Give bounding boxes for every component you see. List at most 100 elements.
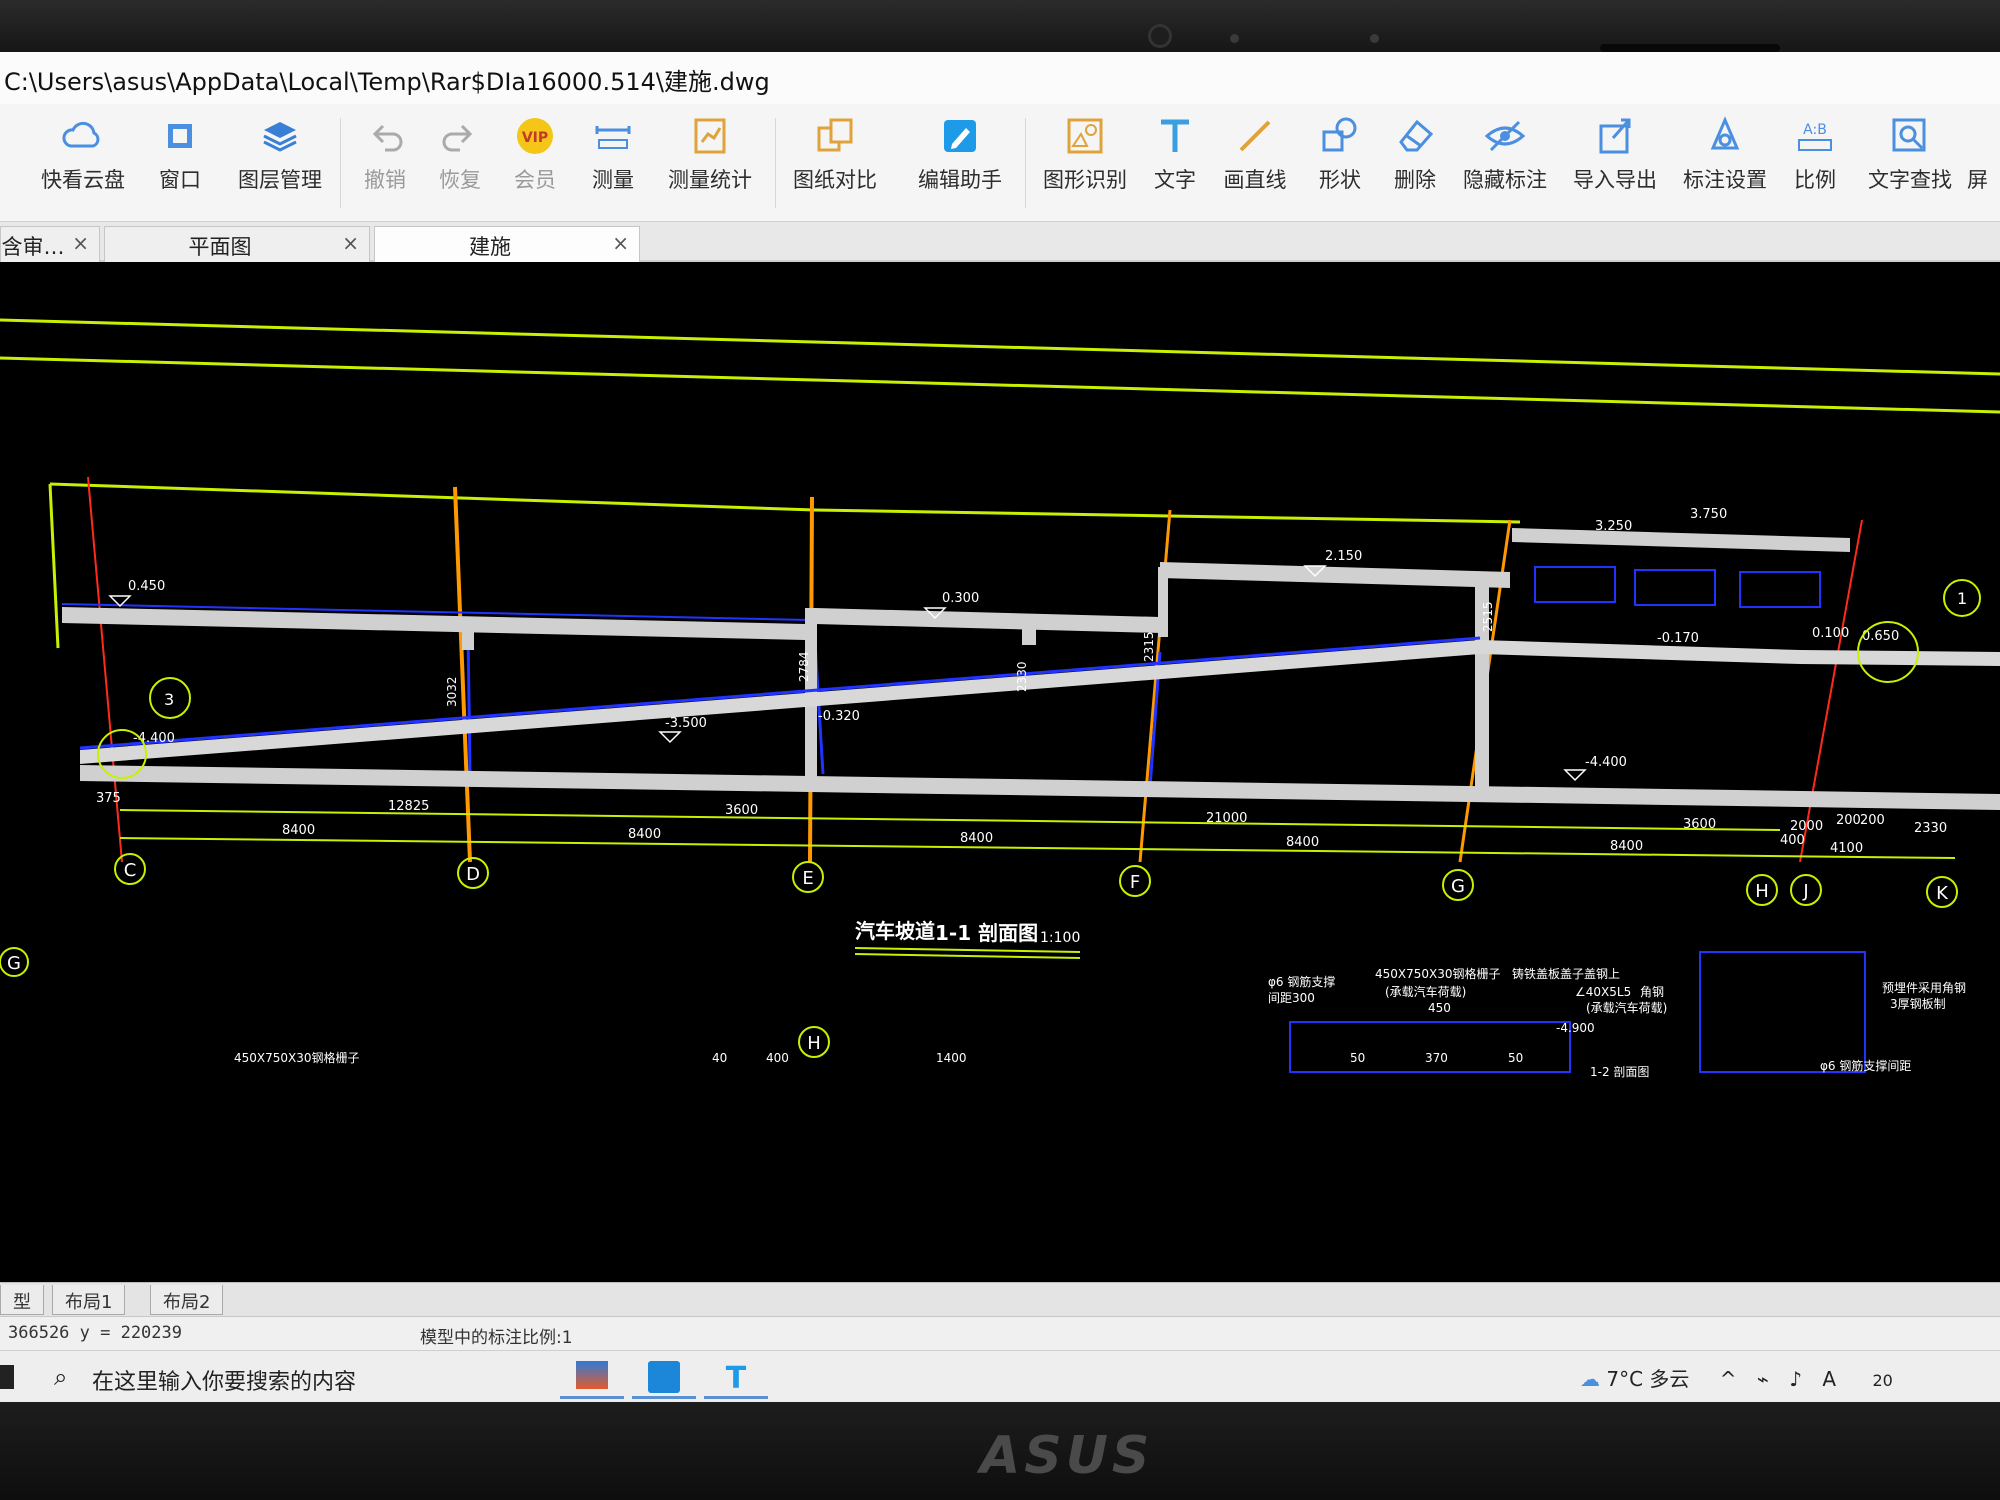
height-dim: 2784 bbox=[797, 651, 811, 682]
roof-outline bbox=[49, 482, 1521, 524]
document-tabs: 含审… × 平面图 × 建施 × bbox=[0, 222, 2000, 262]
axis-label: H bbox=[807, 1033, 821, 1054]
title-underline bbox=[854, 947, 1081, 953]
height-dim: 2315 bbox=[1142, 631, 1156, 662]
hide-annotation-button[interactable]: 隐藏标注 bbox=[1450, 114, 1560, 214]
axis-label: H bbox=[1755, 881, 1769, 902]
edit-assistant-button[interactable]: 编辑助手 bbox=[905, 114, 1015, 214]
explorer-app-icon bbox=[576, 1361, 608, 1389]
elevation-label: -4.400 bbox=[1585, 755, 1627, 770]
laptop-bottom-bezel: ASUS bbox=[0, 1402, 2000, 1500]
bezel-sensor bbox=[1370, 34, 1379, 43]
dimension-label: 200 bbox=[1860, 813, 1885, 828]
height-dim: 2515 bbox=[1481, 601, 1495, 632]
text-icon bbox=[1153, 114, 1197, 158]
tab-architecture[interactable]: 建施 × bbox=[374, 226, 640, 262]
toolbar-separator bbox=[1025, 118, 1026, 208]
close-icon[interactable]: × bbox=[612, 231, 629, 255]
screen-button[interactable]: 屏 bbox=[1955, 114, 2000, 214]
dimension-label: 8400 bbox=[1610, 839, 1643, 854]
window-button[interactable]: 窗口 bbox=[125, 114, 235, 214]
tab-review[interactable]: 含审… × bbox=[0, 226, 100, 262]
detail-note: φ6 钢筋支撑 bbox=[1268, 974, 1335, 989]
volume-icon[interactable]: ♪ bbox=[1789, 1367, 1802, 1391]
shape-icon bbox=[1318, 114, 1362, 158]
detail-note: φ6 钢筋支撑间距 bbox=[1820, 1058, 1911, 1073]
base-slab bbox=[80, 765, 2000, 810]
taskbar-app-cad[interactable] bbox=[632, 1355, 696, 1399]
axis-label: F bbox=[1130, 872, 1140, 893]
detail-note: 400 bbox=[766, 1051, 789, 1065]
tab-model[interactable]: 型 bbox=[0, 1285, 44, 1315]
axis-label: E bbox=[802, 868, 813, 889]
drawing-line bbox=[48, 483, 60, 649]
cloud-icon bbox=[61, 114, 105, 158]
svg-text:VIP: VIP bbox=[522, 130, 548, 146]
detail-note: 间距300 bbox=[1268, 991, 1315, 1005]
taskbar-app-explorer[interactable] bbox=[560, 1355, 624, 1399]
elevation-label: 0.100 bbox=[1812, 626, 1849, 641]
elevation-label: -3.500 bbox=[665, 716, 707, 731]
axis-label: G bbox=[1451, 876, 1465, 897]
cloud-drive-button[interactable]: 快看云盘 bbox=[28, 114, 138, 214]
import-export-button[interactable]: 导入导出 bbox=[1560, 114, 1670, 214]
start-icon[interactable] bbox=[0, 1365, 14, 1389]
measure-icon bbox=[591, 114, 635, 158]
annotation-scale-note: 模型中的标注比例:1 bbox=[420, 1328, 573, 1348]
taskbar-app-text[interactable]: T bbox=[704, 1355, 768, 1399]
section-marker-label: 3 bbox=[164, 690, 174, 709]
layer-manager-button[interactable]: 图层管理 bbox=[225, 114, 335, 214]
search-icon: ⌕ bbox=[54, 1363, 68, 1391]
measure-stats-button[interactable]: 测量统计 bbox=[655, 114, 765, 214]
floor-slab bbox=[815, 608, 1160, 633]
dimension-label: 400 bbox=[1780, 833, 1805, 848]
window-title: C:\Users\asus\AppData\Local\Temp\Rar$DIa… bbox=[0, 52, 2000, 104]
bezel-sensor bbox=[1230, 34, 1239, 43]
drawing-scale: 1:100 bbox=[1040, 930, 1080, 946]
laptop-top-bezel bbox=[0, 0, 2000, 52]
weather-icon: ☁ bbox=[1580, 1367, 1607, 1391]
drawing-canvas[interactable]: 0.450 0.300 2.150 3.250 3.750 -3.500 -0.… bbox=[0, 262, 2000, 1316]
tab-layout-1[interactable]: 布局1 bbox=[52, 1285, 126, 1315]
dimension-line bbox=[119, 809, 1781, 831]
detail-note: 3厚钢板制 bbox=[1890, 997, 1946, 1011]
dimension-label: 3600 bbox=[1683, 817, 1716, 832]
measure-stats-icon bbox=[688, 114, 732, 158]
ime-icon[interactable]: A bbox=[1822, 1367, 1836, 1391]
tab-layout-2[interactable]: 布局2 bbox=[150, 1285, 224, 1315]
dimension-label: 3600 bbox=[725, 803, 758, 818]
network-icon[interactable]: ⌁ bbox=[1757, 1367, 1769, 1391]
elevation-label: 0.300 bbox=[942, 591, 979, 606]
ramp-line bbox=[79, 636, 1481, 750]
detail-note: 370 bbox=[1425, 1051, 1448, 1065]
clock: 20 bbox=[1872, 1371, 1893, 1390]
undo-icon bbox=[363, 114, 407, 158]
tab-floor-plan[interactable]: 平面图 × bbox=[104, 226, 370, 262]
elevation-marker bbox=[1563, 769, 1587, 782]
text-search-button[interactable]: 文字查找 bbox=[1855, 114, 1965, 214]
detail-note: 450X750X30钢格栅子 bbox=[234, 1050, 360, 1065]
scale-button[interactable]: A:B 比例 bbox=[1760, 114, 1870, 214]
status-bar: 366526 y = 220239 模型中的标注比例:1 bbox=[0, 1316, 2000, 1350]
import-export-icon bbox=[1593, 114, 1637, 158]
detail-note: 450 bbox=[1428, 1001, 1451, 1015]
weather-text: 7°C 多云 bbox=[1606, 1367, 1690, 1391]
eraser-icon bbox=[1393, 114, 1437, 158]
compare-button[interactable]: 图纸对比 bbox=[780, 114, 890, 214]
brand-logo: ASUS bbox=[980, 1426, 1154, 1486]
layout-tabs: 型 布局1 布局2 bbox=[0, 1282, 2000, 1316]
screen-icon bbox=[1956, 114, 2000, 158]
close-icon[interactable]: × bbox=[342, 231, 359, 255]
wall-line bbox=[466, 631, 472, 773]
chevron-up-icon[interactable]: ^ bbox=[1720, 1367, 1737, 1391]
taskbar-search[interactable]: ⌕ 在这里输入你要搜索的内容 bbox=[40, 1357, 540, 1397]
close-icon[interactable]: × bbox=[72, 231, 89, 255]
system-tray: ☁ 7°C 多云 ^ ⌁ ♪ A 20 bbox=[1580, 1363, 1893, 1392]
dimension-label: 8400 bbox=[628, 827, 661, 842]
shape-recognition-icon bbox=[1063, 114, 1107, 158]
axis-label: K bbox=[1936, 883, 1949, 904]
section-marker-label: 1 bbox=[1957, 589, 1967, 608]
measure-button[interactable]: 测量 bbox=[558, 114, 668, 214]
dimension-line bbox=[119, 837, 1956, 859]
detail-note: (承载汽车荷载) bbox=[1385, 984, 1466, 999]
